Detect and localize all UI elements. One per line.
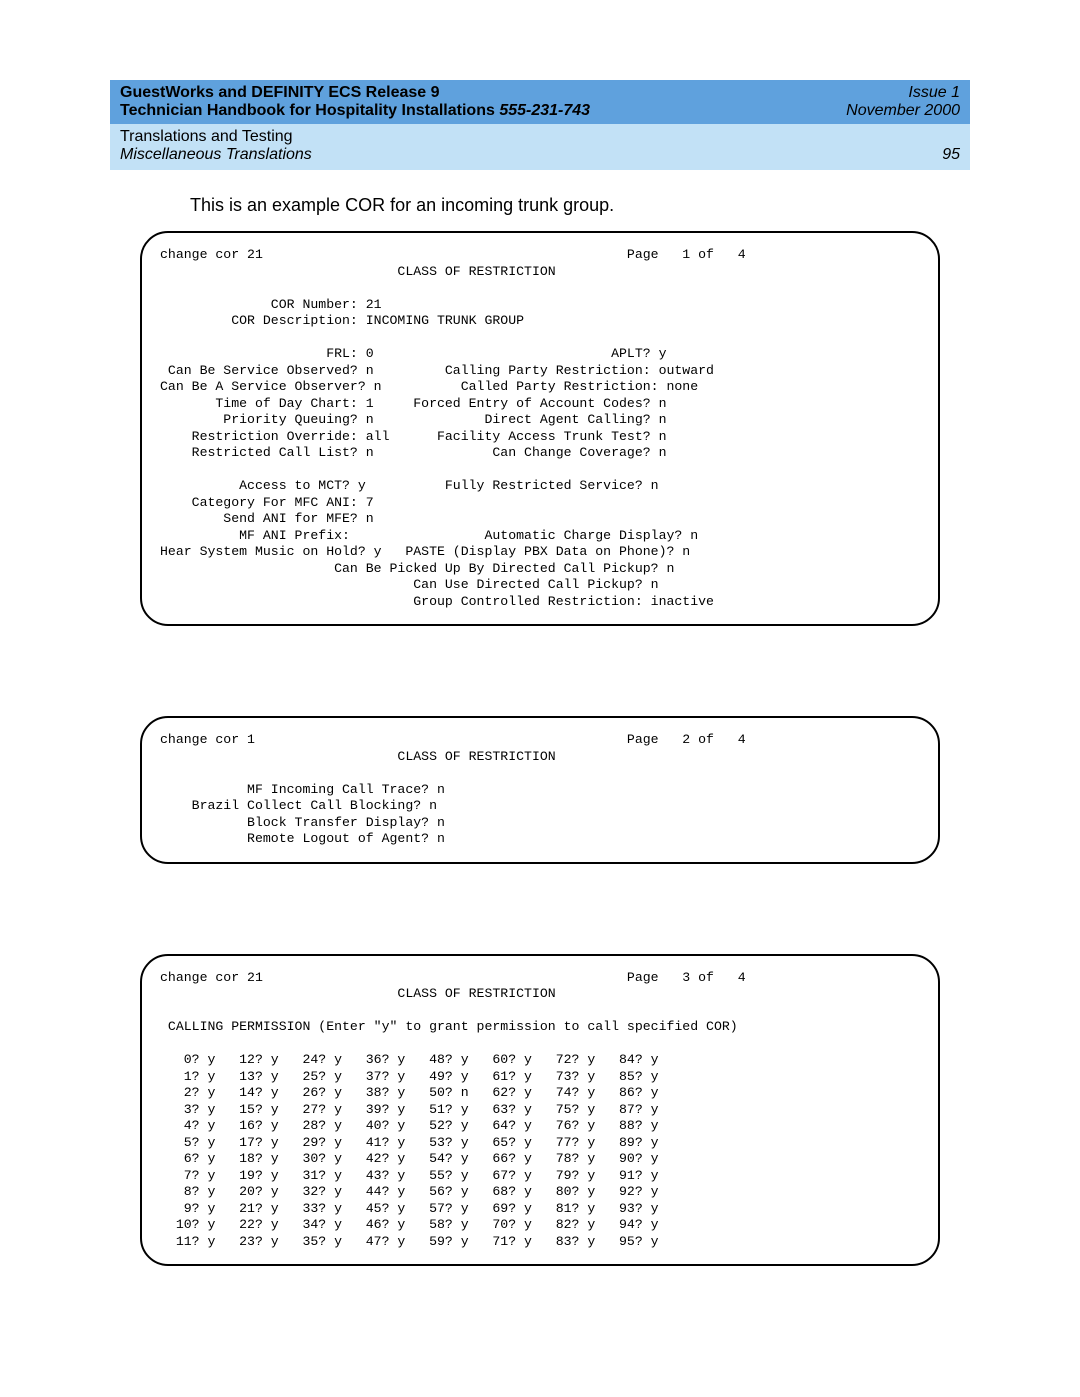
page-header: GuestWorks and DEFINITY ECS Release 9 Te… (110, 80, 970, 170)
section-title: Miscellaneous Translations (120, 146, 312, 164)
screen3-content: change cor 21 Page 3 of 4 CLASS OF RESTR… (160, 970, 746, 1249)
document-page: GuestWorks and DEFINITY ECS Release 9 Te… (0, 0, 1080, 1376)
header-light-band: Translations and Testing Miscellaneous T… (110, 124, 970, 170)
title-line1: GuestWorks and DEFINITY ECS Release 9 (120, 84, 590, 102)
screen1-content: change cor 21 Page 1 of 4 CLASS OF RESTR… (160, 247, 746, 609)
issue: Issue 1 (846, 84, 960, 102)
page-number: 95 (942, 146, 960, 164)
terminal-screen-3: change cor 21 Page 3 of 4 CLASS OF RESTR… (140, 954, 940, 1267)
intro-text: This is an example COR for an incoming t… (190, 195, 970, 216)
header-date: November 2000 (846, 102, 960, 120)
header-left: GuestWorks and DEFINITY ECS Release 9 Te… (120, 84, 590, 120)
screen2-content: change cor 1 Page 2 of 4 CLASS OF RESTRI… (160, 732, 746, 846)
terminal-screen-1: change cor 21 Page 1 of 4 CLASS OF RESTR… (140, 231, 940, 626)
chapter-title: Translations and Testing (120, 128, 960, 146)
title-line2: Technician Handbook for Hospitality Inst… (120, 102, 590, 120)
header-dark-band: GuestWorks and DEFINITY ECS Release 9 Te… (110, 80, 970, 124)
terminal-screen-2: change cor 1 Page 2 of 4 CLASS OF RESTRI… (140, 716, 940, 864)
header-right: Issue 1 November 2000 (846, 84, 960, 120)
